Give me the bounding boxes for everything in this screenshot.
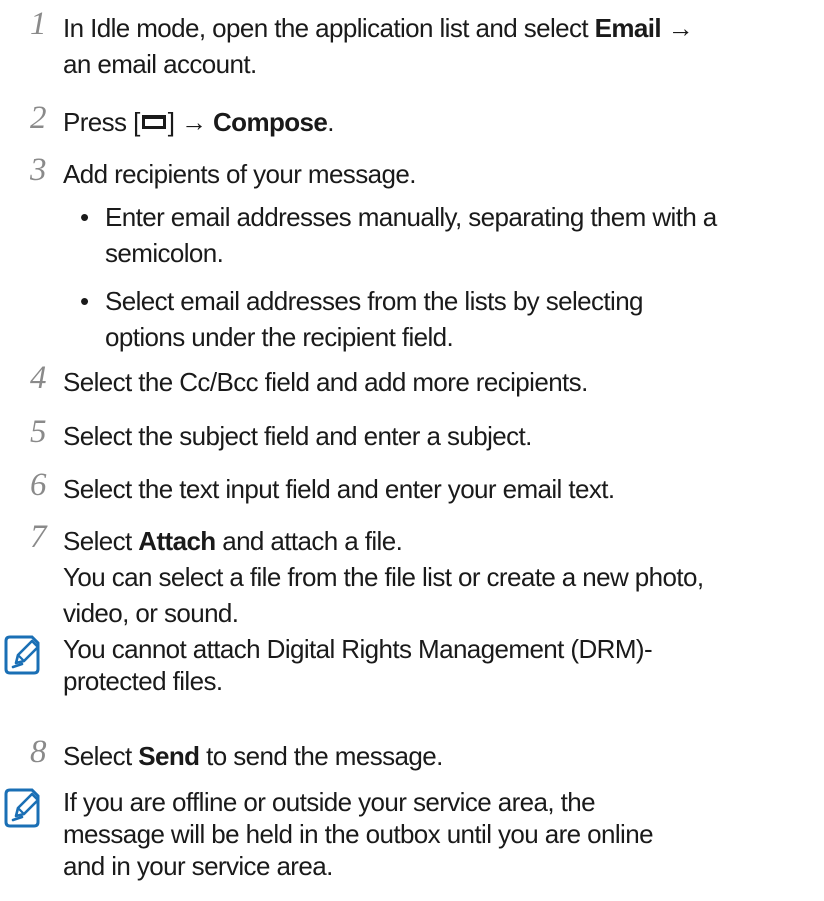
send-label: Send (138, 741, 200, 771)
recipient-options-list: • Enter email addresses manually, separa… (80, 199, 816, 355)
step-text: In Idle mode, open the application list … (63, 13, 694, 79)
step-text: Select Attach and attach a file. You can… (63, 526, 704, 628)
step-text: Add recipients of your message. (63, 159, 416, 189)
email-compose-instructions: 1 In Idle mode, open the application lis… (0, 0, 824, 901)
attach-label: Attach (138, 526, 216, 556)
list-item: • Enter email addresses manually, separa… (80, 199, 816, 271)
step-text: Select the text input field and enter yo… (63, 474, 615, 504)
note-text: You cannot attach Digital Rights Managem… (63, 634, 653, 696)
compose-label: Compose (213, 107, 328, 137)
step-number: 6 (30, 467, 47, 503)
email-label: Email (594, 13, 662, 43)
list-item: • Select email addresses from the lists … (80, 283, 816, 355)
step-number: 7 (30, 519, 47, 555)
step-number: 8 (30, 734, 47, 770)
note-pencil-icon (2, 633, 44, 677)
step-text: Select the subject field and enter a sub… (63, 421, 532, 451)
bullet-marker: • (80, 286, 89, 316)
step-number: 2 (30, 100, 47, 136)
note-text: If you are offline or outside your servi… (63, 787, 654, 881)
step-number: 4 (30, 360, 47, 396)
bullet-marker: • (80, 202, 89, 232)
step-text: Press [] → Compose. (63, 104, 816, 142)
step-text: Select the Cc/Bcc field and add more rec… (63, 367, 588, 397)
note-pencil-icon (2, 786, 44, 830)
step-number: 5 (30, 414, 47, 450)
step-number: 1 (30, 6, 47, 42)
step-text: Select Send to send the message. (63, 741, 443, 771)
menu-key-icon (140, 106, 168, 142)
step-number: 3 (30, 152, 47, 188)
